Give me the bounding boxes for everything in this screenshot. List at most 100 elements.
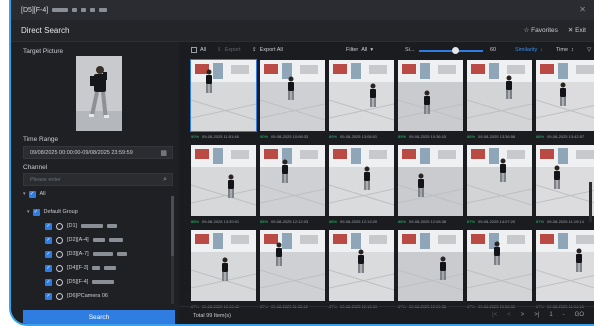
search-button[interactable]: Search <box>23 310 175 324</box>
result-thumbnail[interactable] <box>260 230 325 301</box>
sort-similarity-button[interactable]: Similarity ↓ <box>515 47 543 53</box>
result-thumbnail[interactable] <box>398 145 463 216</box>
result-thumbnail[interactable] <box>536 230 594 301</box>
masked-text <box>99 8 108 12</box>
result-tile[interactable]: 87% 09-08-2025 12:09:38 <box>398 230 463 310</box>
similarity-score: 88% <box>467 133 476 139</box>
tree-item-default-group[interactable]: ▾ ✓ Default Group <box>27 206 78 218</box>
result-thumbnail[interactable] <box>467 60 532 131</box>
capture-time: 09-08-2025 11:51:46 <box>202 133 239 139</box>
tree-item-channel[interactable]: ✓ [D4][F-3] <box>45 262 117 274</box>
export-all-button[interactable]: ⇪ Export All <box>252 47 283 53</box>
result-thumbnail[interactable] <box>191 145 256 216</box>
masked-text <box>92 252 113 256</box>
result-tile[interactable]: 87% 09-08-2025 12:06:40 <box>191 230 256 310</box>
next-page-icon[interactable]: > <box>521 312 525 318</box>
target-picture-label: Target Picture <box>23 48 64 55</box>
result-thumbnail[interactable] <box>398 60 463 131</box>
filter-funnel-icon[interactable]: ▽ <box>587 47 591 53</box>
time-range-value: 09/08/2025 00:00:00-09/08/2025 23:59:59 <box>30 149 133 156</box>
calendar-icon[interactable]: ▦ <box>160 149 167 157</box>
filter-dropdown[interactable]: Filter All ▾ <box>346 47 373 53</box>
tree-item-channel[interactable]: ✓ [D2][A-4] <box>45 234 123 246</box>
result-tile[interactable]: 90% 09-08-2025 10:08:33 <box>260 60 325 140</box>
tree-item-channel[interactable]: ✓ [D5][F-4] <box>45 276 115 288</box>
result-tile[interactable]: 89% 09-08-2025 10:36:15 <box>398 60 463 140</box>
similarity-score: 89% <box>329 133 338 139</box>
result-thumbnail[interactable] <box>329 145 394 216</box>
results-area: All ⇪ Export ⇪ Export All Filter All ▾ S… <box>179 42 594 324</box>
result-tile[interactable]: 88% 09-08-2025 13:36:58 <box>467 60 532 140</box>
scrollbar-thumb[interactable] <box>171 196 174 256</box>
checkbox-checked-icon[interactable]: ✓ <box>45 236 52 244</box>
result-tile[interactable]: 88% 09-08-2025 12:08:38 <box>398 145 463 225</box>
window-title: [D5][F-4] <box>21 6 49 14</box>
result-thumbnail[interactable] <box>260 145 325 216</box>
export-icon: ⇪ <box>217 47 222 53</box>
close-icon[interactable]: ✕ <box>579 5 586 14</box>
tree-item-channel[interactable]: ✓ [D6]PCamera 06 <box>45 290 108 302</box>
result-tile[interactable]: 88% 09-08-2025 12:12:03 <box>260 145 325 225</box>
results-scrollbar[interactable] <box>589 182 592 222</box>
result-tile[interactable]: 88% 09-08-2025 13:42:57 <box>536 60 594 140</box>
result-thumbnail[interactable] <box>329 230 394 301</box>
channel-search-input[interactable]: Please enter ⌕ <box>23 173 173 186</box>
checkbox-checked-icon[interactable]: ✓ <box>45 292 52 300</box>
go-button[interactable]: GO <box>575 312 584 318</box>
result-tile[interactable]: 87% 09-08-2025 12:13:09 <box>329 230 394 310</box>
collapse-icon[interactable]: ▾ <box>27 209 30 215</box>
export-button[interactable]: ⇪ Export <box>217 47 241 53</box>
result-thumbnail[interactable] <box>536 60 594 131</box>
exit-button[interactable]: ✕ Exit <box>568 26 586 34</box>
similarity-score: 88% <box>191 218 200 224</box>
result-tile[interactable]: 87% 09-08-2025 11:55:42 <box>260 230 325 310</box>
select-all-checkbox[interactable]: All <box>191 47 206 53</box>
checkbox-checked-icon[interactable]: ✓ <box>45 278 52 286</box>
masked-text <box>92 238 105 242</box>
result-tile[interactable]: 87% 09-08-2025 10:56:30 <box>467 230 532 310</box>
prev-page-icon[interactable]: < <box>507 312 511 318</box>
result-tile[interactable]: 90% 09-08-2025 11:51:46 <box>190 59 257 140</box>
checkbox-checked-icon[interactable]: ✓ <box>32 208 40 216</box>
checkbox-checked-icon[interactable]: ✓ <box>45 222 52 230</box>
result-thumbnail[interactable] <box>536 145 594 216</box>
camera-icon <box>56 222 63 230</box>
search-icon[interactable]: ⌕ <box>163 176 167 184</box>
last-page-icon[interactable]: >| <box>534 312 539 318</box>
checkbox-checked-icon[interactable]: ✓ <box>28 190 36 198</box>
result-thumbnail[interactable] <box>260 60 325 131</box>
capture-time: 09-08-2025 13:42:57 <box>547 133 585 139</box>
result-tile[interactable]: 88% 09-08-2025 12:13:20 <box>329 145 394 225</box>
tree-item-channel[interactable]: ✓ [D1] <box>45 220 118 232</box>
checkbox-checked-icon[interactable]: ✓ <box>45 250 52 258</box>
sort-time-button[interactable]: Time ↕ <box>556 47 574 53</box>
masked-text <box>92 280 115 284</box>
result-thumbnail[interactable] <box>191 230 256 301</box>
first-page-icon[interactable]: |< <box>492 312 497 318</box>
capture-time: 09-08-2025 10:08:33 <box>271 133 309 139</box>
slider-knob[interactable] <box>452 47 459 54</box>
favorites-button[interactable]: ☆ Favorites <box>524 26 558 34</box>
tree-item-channel[interactable]: ✓ [D3][A-7] <box>45 248 127 260</box>
tree-scrollbar[interactable] <box>171 196 174 304</box>
time-range-field[interactable]: 09/08/2025 00:00:00-09/08/2025 23:59:59 … <box>23 146 173 159</box>
result-tile[interactable]: 87% 09-08-2025 11:14:18 <box>536 230 594 310</box>
result-thumbnail[interactable] <box>190 59 257 132</box>
result-thumbnail[interactable] <box>467 145 532 216</box>
checkbox-checked-icon[interactable]: ✓ <box>45 264 52 272</box>
similarity-score: 89% <box>398 133 407 139</box>
result-thumbnail[interactable] <box>467 230 532 301</box>
tree-item-all[interactable]: ▾ ✓ All <box>23 188 46 200</box>
title-bar: [D5][F-4] ✕ <box>11 0 594 20</box>
result-tile[interactable]: 87% 09-08-2025 11:19:14 <box>536 145 594 225</box>
result-tile[interactable]: 89% 09-08-2025 13:08:01 <box>329 60 394 140</box>
page-number-input[interactable]: 1 <box>549 312 552 318</box>
result-thumbnail[interactable] <box>398 230 463 301</box>
collapse-icon[interactable]: ▾ <box>23 191 26 197</box>
similarity-slider[interactable] <box>419 47 483 54</box>
result-meta: 89% 09-08-2025 10:36:15 <box>398 132 463 140</box>
capture-time: 09-08-2025 12:12:03 <box>271 218 309 224</box>
result-tile[interactable]: 88% 09-08-2025 13:39:01 <box>191 145 256 225</box>
result-tile[interactable]: 87% 09-08-2025 14:07:20 <box>467 145 532 225</box>
result-thumbnail[interactable] <box>329 60 394 131</box>
